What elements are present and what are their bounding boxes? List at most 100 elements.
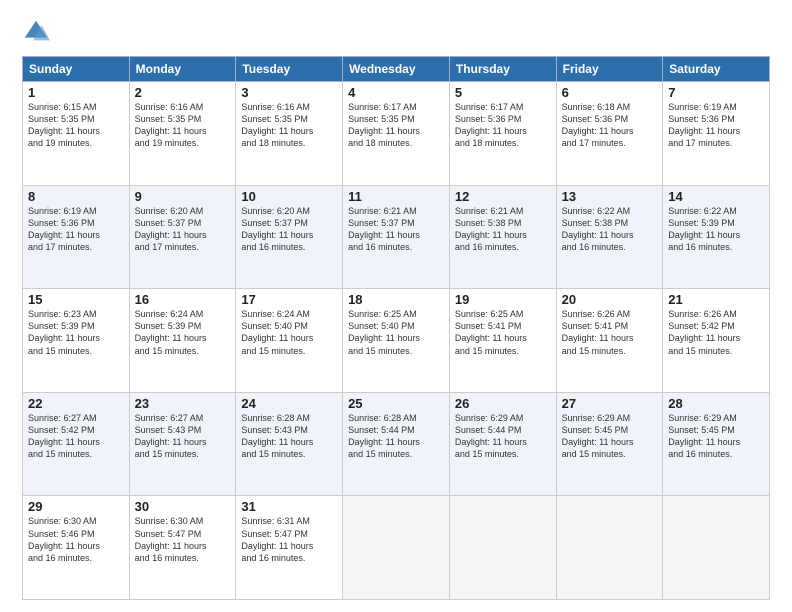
day-number: 17 — [241, 292, 337, 307]
day-number: 6 — [562, 85, 658, 100]
day-number: 26 — [455, 396, 551, 411]
day-number: 11 — [348, 189, 444, 204]
day-info: Sunrise: 6:27 AMSunset: 5:42 PMDaylight:… — [28, 412, 124, 461]
calendar-cell: 6Sunrise: 6:18 AMSunset: 5:36 PMDaylight… — [556, 82, 663, 186]
day-number: 1 — [28, 85, 124, 100]
calendar-cell — [449, 496, 556, 600]
day-info: Sunrise: 6:29 AMSunset: 5:45 PMDaylight:… — [668, 412, 764, 461]
day-info: Sunrise: 6:30 AMSunset: 5:46 PMDaylight:… — [28, 515, 124, 564]
day-number: 3 — [241, 85, 337, 100]
calendar-cell — [343, 496, 450, 600]
day-number: 8 — [28, 189, 124, 204]
calendar-cell: 4Sunrise: 6:17 AMSunset: 5:35 PMDaylight… — [343, 82, 450, 186]
header-day-friday: Friday — [556, 57, 663, 82]
day-info: Sunrise: 6:25 AMSunset: 5:41 PMDaylight:… — [455, 308, 551, 357]
calendar-week-row: 22Sunrise: 6:27 AMSunset: 5:42 PMDayligh… — [23, 392, 770, 496]
logo-icon — [22, 18, 50, 46]
day-number: 5 — [455, 85, 551, 100]
calendar-cell: 27Sunrise: 6:29 AMSunset: 5:45 PMDayligh… — [556, 392, 663, 496]
header-day-saturday: Saturday — [663, 57, 770, 82]
calendar: SundayMondayTuesdayWednesdayThursdayFrid… — [22, 56, 770, 600]
calendar-cell: 17Sunrise: 6:24 AMSunset: 5:40 PMDayligh… — [236, 289, 343, 393]
day-number: 18 — [348, 292, 444, 307]
day-info: Sunrise: 6:29 AMSunset: 5:45 PMDaylight:… — [562, 412, 658, 461]
day-info: Sunrise: 6:18 AMSunset: 5:36 PMDaylight:… — [562, 101, 658, 150]
day-info: Sunrise: 6:26 AMSunset: 5:41 PMDaylight:… — [562, 308, 658, 357]
day-info: Sunrise: 6:29 AMSunset: 5:44 PMDaylight:… — [455, 412, 551, 461]
day-info: Sunrise: 6:15 AMSunset: 5:35 PMDaylight:… — [28, 101, 124, 150]
day-number: 25 — [348, 396, 444, 411]
day-info: Sunrise: 6:28 AMSunset: 5:44 PMDaylight:… — [348, 412, 444, 461]
calendar-cell: 7Sunrise: 6:19 AMSunset: 5:36 PMDaylight… — [663, 82, 770, 186]
day-info: Sunrise: 6:22 AMSunset: 5:38 PMDaylight:… — [562, 205, 658, 254]
header-day-tuesday: Tuesday — [236, 57, 343, 82]
day-number: 23 — [135, 396, 231, 411]
calendar-cell — [556, 496, 663, 600]
day-number: 16 — [135, 292, 231, 307]
day-number: 10 — [241, 189, 337, 204]
day-info: Sunrise: 6:24 AMSunset: 5:40 PMDaylight:… — [241, 308, 337, 357]
day-info: Sunrise: 6:31 AMSunset: 5:47 PMDaylight:… — [241, 515, 337, 564]
day-number: 30 — [135, 499, 231, 514]
calendar-cell: 10Sunrise: 6:20 AMSunset: 5:37 PMDayligh… — [236, 185, 343, 289]
logo — [22, 18, 54, 46]
calendar-week-row: 8Sunrise: 6:19 AMSunset: 5:36 PMDaylight… — [23, 185, 770, 289]
calendar-cell: 22Sunrise: 6:27 AMSunset: 5:42 PMDayligh… — [23, 392, 130, 496]
day-number: 22 — [28, 396, 124, 411]
day-info: Sunrise: 6:17 AMSunset: 5:36 PMDaylight:… — [455, 101, 551, 150]
day-number: 19 — [455, 292, 551, 307]
calendar-cell: 19Sunrise: 6:25 AMSunset: 5:41 PMDayligh… — [449, 289, 556, 393]
day-number: 13 — [562, 189, 658, 204]
day-info: Sunrise: 6:23 AMSunset: 5:39 PMDaylight:… — [28, 308, 124, 357]
day-number: 20 — [562, 292, 658, 307]
calendar-week-row: 29Sunrise: 6:30 AMSunset: 5:46 PMDayligh… — [23, 496, 770, 600]
calendar-cell: 21Sunrise: 6:26 AMSunset: 5:42 PMDayligh… — [663, 289, 770, 393]
header-day-sunday: Sunday — [23, 57, 130, 82]
day-info: Sunrise: 6:17 AMSunset: 5:35 PMDaylight:… — [348, 101, 444, 150]
calendar-cell: 13Sunrise: 6:22 AMSunset: 5:38 PMDayligh… — [556, 185, 663, 289]
day-number: 28 — [668, 396, 764, 411]
calendar-cell — [663, 496, 770, 600]
day-info: Sunrise: 6:28 AMSunset: 5:43 PMDaylight:… — [241, 412, 337, 461]
day-number: 24 — [241, 396, 337, 411]
day-info: Sunrise: 6:16 AMSunset: 5:35 PMDaylight:… — [135, 101, 231, 150]
day-number: 29 — [28, 499, 124, 514]
header — [22, 18, 770, 46]
day-info: Sunrise: 6:20 AMSunset: 5:37 PMDaylight:… — [241, 205, 337, 254]
day-info: Sunrise: 6:16 AMSunset: 5:35 PMDaylight:… — [241, 101, 337, 150]
day-number: 7 — [668, 85, 764, 100]
calendar-cell: 2Sunrise: 6:16 AMSunset: 5:35 PMDaylight… — [129, 82, 236, 186]
day-info: Sunrise: 6:27 AMSunset: 5:43 PMDaylight:… — [135, 412, 231, 461]
calendar-cell: 29Sunrise: 6:30 AMSunset: 5:46 PMDayligh… — [23, 496, 130, 600]
day-number: 14 — [668, 189, 764, 204]
header-day-wednesday: Wednesday — [343, 57, 450, 82]
calendar-cell: 14Sunrise: 6:22 AMSunset: 5:39 PMDayligh… — [663, 185, 770, 289]
calendar-cell: 30Sunrise: 6:30 AMSunset: 5:47 PMDayligh… — [129, 496, 236, 600]
day-number: 15 — [28, 292, 124, 307]
day-info: Sunrise: 6:24 AMSunset: 5:39 PMDaylight:… — [135, 308, 231, 357]
calendar-cell: 31Sunrise: 6:31 AMSunset: 5:47 PMDayligh… — [236, 496, 343, 600]
day-number: 4 — [348, 85, 444, 100]
day-info: Sunrise: 6:22 AMSunset: 5:39 PMDaylight:… — [668, 205, 764, 254]
calendar-cell: 18Sunrise: 6:25 AMSunset: 5:40 PMDayligh… — [343, 289, 450, 393]
calendar-week-row: 1Sunrise: 6:15 AMSunset: 5:35 PMDaylight… — [23, 82, 770, 186]
day-number: 27 — [562, 396, 658, 411]
calendar-cell: 3Sunrise: 6:16 AMSunset: 5:35 PMDaylight… — [236, 82, 343, 186]
day-number: 21 — [668, 292, 764, 307]
calendar-cell: 23Sunrise: 6:27 AMSunset: 5:43 PMDayligh… — [129, 392, 236, 496]
day-info: Sunrise: 6:19 AMSunset: 5:36 PMDaylight:… — [668, 101, 764, 150]
day-info: Sunrise: 6:30 AMSunset: 5:47 PMDaylight:… — [135, 515, 231, 564]
day-info: Sunrise: 6:20 AMSunset: 5:37 PMDaylight:… — [135, 205, 231, 254]
page: SundayMondayTuesdayWednesdayThursdayFrid… — [0, 0, 792, 612]
calendar-cell: 11Sunrise: 6:21 AMSunset: 5:37 PMDayligh… — [343, 185, 450, 289]
calendar-cell: 9Sunrise: 6:20 AMSunset: 5:37 PMDaylight… — [129, 185, 236, 289]
day-info: Sunrise: 6:21 AMSunset: 5:38 PMDaylight:… — [455, 205, 551, 254]
calendar-cell: 8Sunrise: 6:19 AMSunset: 5:36 PMDaylight… — [23, 185, 130, 289]
header-day-monday: Monday — [129, 57, 236, 82]
day-info: Sunrise: 6:26 AMSunset: 5:42 PMDaylight:… — [668, 308, 764, 357]
calendar-week-row: 15Sunrise: 6:23 AMSunset: 5:39 PMDayligh… — [23, 289, 770, 393]
calendar-cell: 1Sunrise: 6:15 AMSunset: 5:35 PMDaylight… — [23, 82, 130, 186]
calendar-cell: 26Sunrise: 6:29 AMSunset: 5:44 PMDayligh… — [449, 392, 556, 496]
day-number: 31 — [241, 499, 337, 514]
calendar-header-row: SundayMondayTuesdayWednesdayThursdayFrid… — [23, 57, 770, 82]
